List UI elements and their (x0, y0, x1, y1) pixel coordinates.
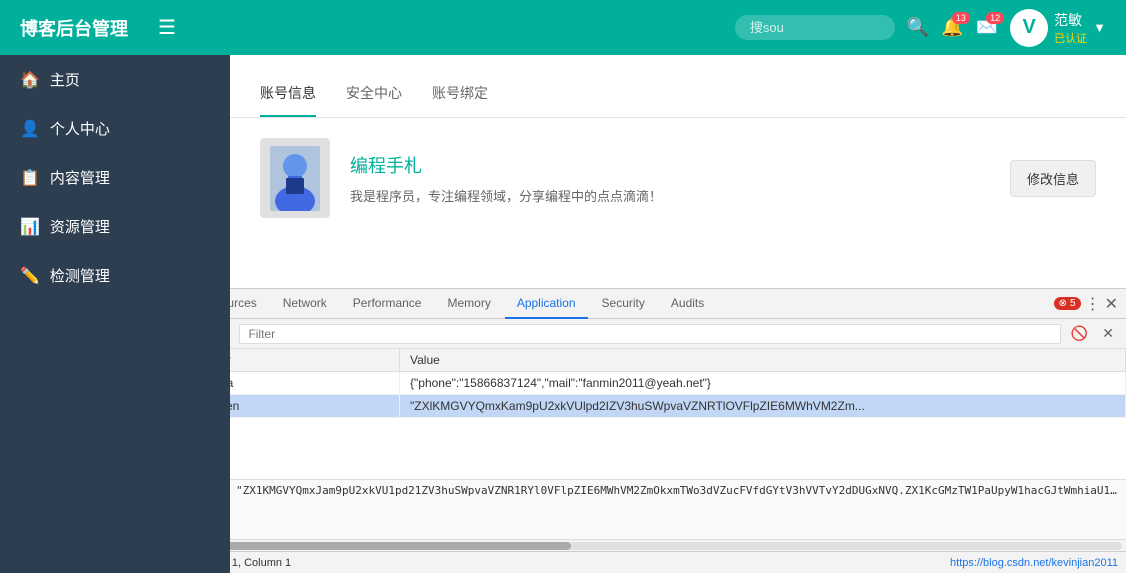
resource-icon: 📊 (20, 217, 40, 237)
row-value-token: "ZXlKMGVYQmxKam9pU2xkVUlpd2IZV3huSWpvaVZ… (400, 395, 1126, 417)
row-key-token: token (200, 395, 400, 417)
devtools-close-icon[interactable]: ✕ (1105, 294, 1118, 314)
sidebar-item-home[interactable]: 🏠 主页 (0, 55, 230, 104)
sidebar-label-content: 内容管理 (50, 167, 110, 188)
devtools-right-icons: ⊗ 5 ⋮ ✕ (1054, 294, 1118, 314)
profile-avatar (260, 138, 330, 218)
preview-line: 1 "ZX1KMGVYQmxJam9pU2xkVU1pd21ZV3huSWpva… (208, 484, 1118, 497)
page-header: 账号信息 安全中心 账号绑定 (230, 55, 1126, 118)
avatar: V (1010, 9, 1048, 47)
preview-content: "ZX1KMGVYQmxJam9pU2xkVU1pd21ZV3huSWpvaVZ… (236, 484, 1118, 497)
devtools-tab-memory[interactable]: Memory (435, 289, 502, 319)
sidebar-label-detection: 检测管理 (50, 265, 110, 286)
profile-section: 编程手札 我是程序员，专注编程领域，分享编程中的点点滴滴！ 修改信息 (230, 118, 1126, 238)
sidebar-item-profile[interactable]: 👤 个人中心 (0, 104, 230, 153)
sidebar-label-home: 主页 (50, 69, 80, 90)
devtools-more-icon[interactable]: ⋮ (1085, 294, 1101, 314)
sidebar-item-detection[interactable]: ✏️ 检测管理 (0, 251, 230, 300)
app-logo: 博客后台管理 (20, 15, 128, 41)
tab-security[interactable]: 安全中心 (346, 75, 402, 117)
tab-account-bind[interactable]: 账号绑定 (432, 75, 488, 117)
profile-info: 编程手札 我是程序员，专注编程领域，分享编程中的点点滴滴！ (350, 152, 990, 205)
error-count-badge: ⊗ 5 (1054, 297, 1081, 310)
sidebar-item-resource[interactable]: 📊 资源管理 (0, 202, 230, 251)
sidebar-label-profile: 个人中心 (50, 118, 110, 139)
user-name: 范敏 (1054, 10, 1087, 30)
notification-badge: 13 (952, 12, 970, 24)
message-badge: 12 (986, 12, 1004, 24)
sidebar-label-resource: 资源管理 (50, 216, 110, 237)
block-icon[interactable]: 🚫 (1067, 323, 1092, 344)
detection-icon: ✏️ (20, 266, 40, 286)
devtools-toolbar: 🔄 🚫 ✕ (200, 319, 1126, 349)
content-icon: 📋 (20, 168, 40, 188)
scrollbar-track (204, 542, 1122, 550)
clear-icon[interactable]: ✕ (1098, 323, 1118, 344)
user-avatar-section[interactable]: V 范敏 已认证 ▼ (1010, 9, 1106, 47)
search-icon-btn[interactable]: 🔍 (907, 17, 929, 38)
notification-bell[interactable]: 🔔 13 (941, 17, 963, 38)
devtools-statusbar: Line 1, Column 1 https://blog.csdn.net/k… (200, 551, 1126, 573)
tab-account-info[interactable]: 账号信息 (260, 75, 316, 117)
table-header: Key Value (200, 349, 1126, 372)
header-right: 🔍 🔔 13 ✉️ 12 V 范敏 已认证 ▼ (735, 9, 1106, 47)
user-info: 范敏 已认证 (1054, 10, 1087, 46)
filter-input[interactable] (239, 324, 1060, 344)
page-tabs: 账号信息 安全中心 账号绑定 (260, 75, 1096, 117)
hamburger-menu[interactable]: ☰ (158, 15, 735, 40)
top-navigation: 博客后台管理 ☰ 🔍 🔔 13 ✉️ 12 V 范敏 已认证 ▼ (0, 0, 1126, 55)
devtools-tab-security[interactable]: Security (590, 289, 657, 319)
table-row[interactable]: token "ZXlKMGVYQmxKam9pU2xkVUlpd2IZV3huS… (200, 395, 1126, 418)
devtools-tab-application[interactable]: Application (505, 289, 588, 319)
devtools-tab-network[interactable]: Network (271, 289, 339, 319)
horizontal-scrollbar[interactable] (200, 539, 1126, 551)
search-input[interactable] (735, 15, 895, 40)
devtools-tab-audits[interactable]: Audits (659, 289, 716, 319)
sidebar: 🏠 主页 👤 个人中心 📋 内容管理 📊 资源管理 ✏️ 检测管理 (0, 55, 230, 573)
col-value: Value (400, 349, 1126, 371)
profile-desc: 我是程序员，专注编程领域，分享编程中的点点滴滴！ (350, 186, 990, 205)
col-key: Key (200, 349, 400, 371)
data-table: Key Value data {"phone":"15866837124","m… (200, 349, 1126, 479)
devtools-main: 🔄 🚫 ✕ Key Value data {"phone":"158668371… (200, 319, 1126, 573)
user-icon: 👤 (20, 119, 40, 139)
user-status: 已认证 (1054, 30, 1087, 46)
sidebar-item-content[interactable]: 📋 内容管理 (0, 153, 230, 202)
edit-profile-button[interactable]: 修改信息 (1010, 160, 1096, 197)
scrollbar-thumb[interactable] (204, 542, 571, 550)
home-icon: 🏠 (20, 70, 40, 90)
devtools-tab-performance[interactable]: Performance (341, 289, 434, 319)
preview-panel: 1 "ZX1KMGVYQmxJam9pU2xkVU1pd21ZV3huSWpva… (200, 479, 1126, 539)
profile-name: 编程手札 (350, 152, 990, 178)
table-row[interactable]: data {"phone":"15866837124","mail":"fanm… (200, 372, 1126, 395)
row-value-data: {"phone":"15866837124","mail":"fanmin201… (400, 372, 1126, 394)
chevron-down-icon: ▼ (1093, 20, 1106, 35)
message-icon[interactable]: ✉️ 12 (976, 17, 998, 38)
row-key-data: data (200, 372, 400, 394)
url-text: https://blog.csdn.net/kevinjian2011 (950, 557, 1118, 569)
table-body: data {"phone":"15866837124","mail":"fanm… (200, 372, 1126, 479)
